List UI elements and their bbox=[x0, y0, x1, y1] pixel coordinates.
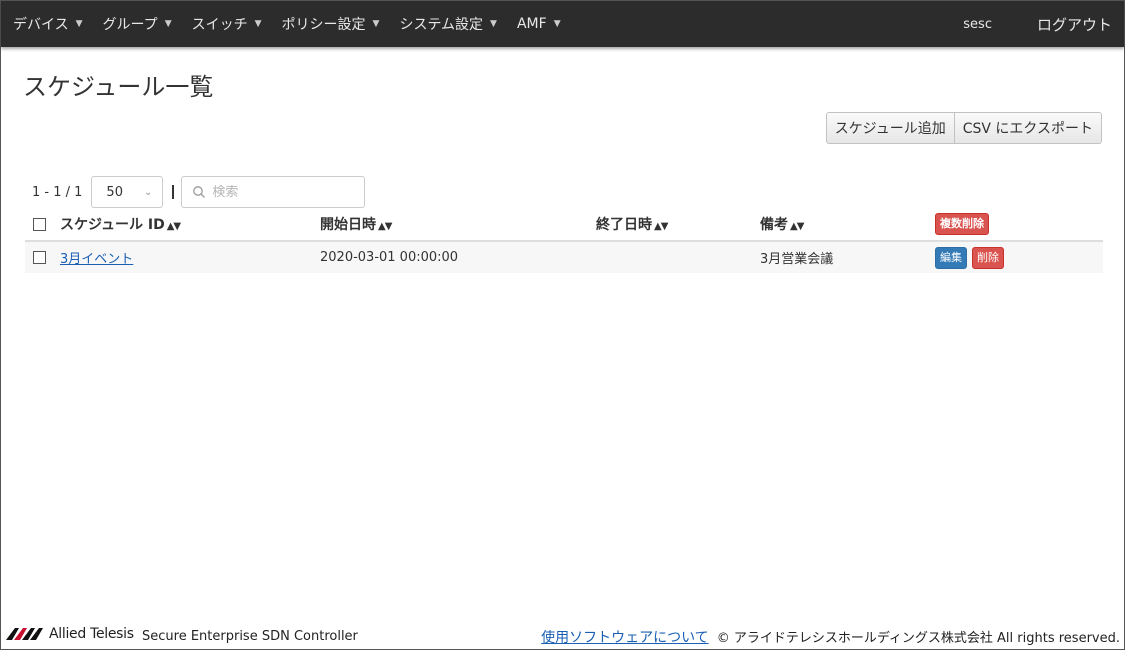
chevron-down-icon: ▼ bbox=[164, 19, 172, 29]
column-header-note[interactable]: 備考 ▲▼ bbox=[760, 208, 935, 242]
table-header-row: スケジュール ID ▲▼ 開始日時 ▲▼ 終了日時 ▲▼ 備考 ▲▼ 複数削除 bbox=[25, 208, 1103, 242]
search-box[interactable] bbox=[181, 176, 366, 208]
current-user: sesc bbox=[963, 16, 992, 32]
sort-icon: ▲▼ bbox=[166, 221, 181, 232]
csv-export-button[interactable]: CSV にエクスポート bbox=[954, 112, 1102, 144]
per-page-select[interactable]: 50 ⌄ bbox=[91, 176, 164, 208]
column-header-actions: 複数削除 bbox=[935, 208, 1103, 242]
column-header-schedule-id[interactable]: スケジュール ID ▲▼ bbox=[60, 208, 320, 242]
bulk-delete-button[interactable]: 複数削除 bbox=[935, 213, 989, 235]
top-navbar: デバイス ▼ グループ ▼ スイッチ ▼ ポリシー設定 ▼ システム設定 ▼ AMF ▼ s… bbox=[1, 1, 1124, 47]
row-select-cell bbox=[25, 241, 60, 273]
select-all-checkbox[interactable] bbox=[33, 217, 46, 231]
search-icon bbox=[193, 186, 206, 198]
column-header-end-time[interactable]: 終了日時 ▲▼ bbox=[596, 208, 760, 242]
row-checkbox[interactable] bbox=[33, 251, 46, 264]
pagination-info: 1 - 1 / 1 bbox=[32, 184, 83, 200]
allied-telesis-logo-icon bbox=[6, 628, 43, 640]
nav-right: sesc ログアウト bbox=[963, 1, 1112, 47]
nav-item-amf[interactable]: AMF ▼ bbox=[517, 16, 561, 32]
per-page-value: 50 bbox=[106, 184, 123, 200]
nav-menu: デバイス ▼ グループ ▼ スイッチ ▼ ポリシー設定 ▼ システム設定 ▼ AMF ▼ bbox=[1, 1, 581, 47]
action-button-group: スケジュール追加 CSV にエクスポート bbox=[825, 112, 1102, 144]
toolbar-divider bbox=[172, 185, 175, 199]
start-time-cell: 2020-03-01 00:00:00 bbox=[320, 250, 459, 265]
end-time-cell bbox=[596, 241, 760, 273]
table-row: 3月イベント 2020-03-01 00:00:00 3月営業会議 編集 削除 bbox=[25, 241, 1103, 273]
nav-item-groups[interactable]: グループ ▼ bbox=[103, 14, 172, 34]
logout-link[interactable]: ログアウト bbox=[1037, 14, 1112, 35]
schedule-id-link[interactable]: 3月イベント bbox=[60, 252, 133, 267]
page-title: スケジュール一覧 bbox=[23, 73, 214, 101]
nav-item-switches[interactable]: スイッチ ▼ bbox=[192, 14, 262, 34]
logo-text: Allied Telesis bbox=[49, 626, 134, 642]
chevron-down-icon: ▼ bbox=[553, 19, 561, 29]
delete-button[interactable]: 削除 bbox=[972, 246, 1004, 269]
actions-cell: 編集 削除 bbox=[935, 241, 1103, 273]
product-name: Secure Enterprise SDN Controller bbox=[142, 629, 358, 644]
select-all-cell bbox=[25, 208, 60, 242]
edit-button[interactable]: 編集 bbox=[935, 246, 967, 269]
footer: Allied Telesis Secure Enterprise SDN Con… bbox=[1, 626, 1124, 647]
table-toolbar: 1 - 1 / 1 50 ⌄ bbox=[32, 176, 366, 208]
search-input[interactable] bbox=[212, 184, 363, 200]
sort-icon: ▲▼ bbox=[378, 221, 392, 232]
nav-item-devices[interactable]: デバイス ▼ bbox=[13, 14, 83, 34]
sort-icon: ▲▼ bbox=[654, 221, 668, 232]
note-cell: 3月営業会議 bbox=[760, 252, 834, 267]
software-info-link[interactable]: 使用ソフトウェアについて bbox=[541, 630, 709, 646]
schedule-id-cell: 3月イベント bbox=[60, 241, 320, 273]
nav-item-system-settings[interactable]: システム設定 ▼ bbox=[399, 14, 497, 34]
copyright-text: © アライドテレシスホールディングス株式会社 All rights reserv… bbox=[716, 631, 1120, 646]
allied-telesis-logo: Allied Telesis bbox=[6, 626, 134, 642]
chevron-down-icon: ▼ bbox=[254, 19, 262, 29]
chevron-down-icon: ▼ bbox=[372, 19, 380, 29]
nav-item-policy-settings[interactable]: ポリシー設定 ▼ bbox=[282, 14, 380, 34]
column-header-start-time[interactable]: 開始日時 ▲▼ bbox=[320, 208, 596, 242]
add-schedule-button[interactable]: スケジュール追加 bbox=[825, 112, 955, 144]
chevron-down-icon: ⌄ bbox=[144, 186, 153, 198]
chevron-down-icon: ▼ bbox=[75, 19, 83, 29]
sort-icon: ▲▼ bbox=[790, 221, 804, 232]
schedule-table: スケジュール ID ▲▼ 開始日時 ▲▼ 終了日時 ▲▼ 備考 ▲▼ 複数削除 3月イベ… bbox=[25, 208, 1103, 273]
footer-right: 使用ソフトウェアについて © アライドテレシスホールディングス株式会社 All r… bbox=[541, 627, 1120, 647]
chevron-down-icon: ▼ bbox=[490, 19, 497, 29]
